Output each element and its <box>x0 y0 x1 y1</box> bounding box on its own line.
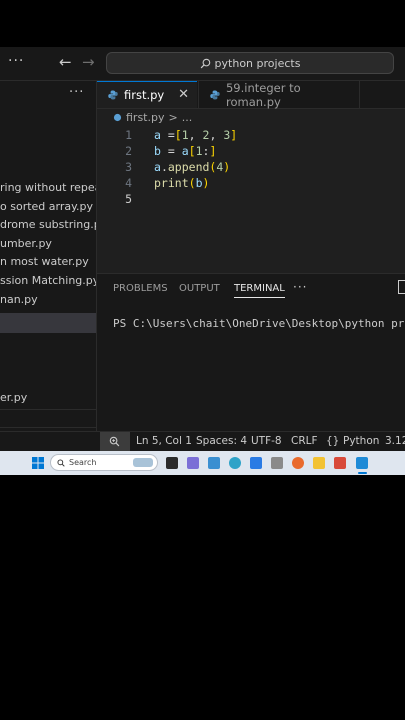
editor-tabs: first.py ✕ 59.integer to roman.py <box>97 81 405 109</box>
indentation[interactable]: Spaces: 4 <box>196 435 247 447</box>
search-label: python projects <box>214 56 301 70</box>
edge-icon[interactable] <box>229 457 241 469</box>
tab-first-py[interactable]: first.py ✕ <box>97 81 197 108</box>
tab-label: 59.integer to roman.py <box>225 80 301 109</box>
terminal-split-icon[interactable] <box>398 280 405 294</box>
braces-icon[interactable]: {} <box>326 435 339 447</box>
explorer-sidebar: ··· ring without repea... o sorted array… <box>0 81 97 431</box>
menu-more-button[interactable]: ··· <box>8 53 24 69</box>
tab-terminal[interactable]: TERMINAL <box>234 283 285 298</box>
line-number: 2 <box>125 144 132 158</box>
explorer-file[interactable]: n most water.py <box>0 253 96 271</box>
line-number: 1 <box>125 128 132 142</box>
section-divider <box>0 409 96 410</box>
end-of-line[interactable]: CRLF <box>291 435 318 447</box>
explorer-file[interactable]: er.py <box>0 389 96 407</box>
python-file-icon <box>210 90 220 99</box>
python-file-icon <box>113 113 122 122</box>
folder-icon[interactable] <box>313 457 325 469</box>
line-number: 4 <box>125 176 132 190</box>
search-highlight-icon <box>133 458 153 467</box>
cursor-position[interactable]: Ln 5, Col 1 <box>136 435 192 447</box>
teams-icon[interactable] <box>187 457 199 469</box>
code-line: 2 b = a[1:] <box>97 143 405 159</box>
code-editor[interactable]: 1 a =[1, 2, 3] 2 b = a[1:] 3 a.append(4)… <box>97 127 405 272</box>
settings-icon[interactable] <box>271 457 283 469</box>
vscode-icon[interactable] <box>356 457 368 469</box>
line-number: 3 <box>125 160 132 174</box>
taskbar-search[interactable]: Search <box>50 454 158 471</box>
breadcrumb-file[interactable]: first.py <box>126 111 164 124</box>
active-app-indicator <box>358 472 367 474</box>
tab-output[interactable]: OUTPUT <box>179 283 220 294</box>
tab-label: first.py <box>124 88 165 102</box>
file-explorer-icon[interactable] <box>208 457 220 469</box>
explorer-selected-row[interactable] <box>0 313 96 333</box>
status-bar: Ln 5, Col 1 Spaces: 4 UTF-8 CRLF {} Pyth… <box>0 431 405 452</box>
code-text: print(b) <box>154 176 210 190</box>
section-divider <box>0 427 96 428</box>
tab-integer-to-roman[interactable]: 59.integer to roman.py <box>198 80 360 109</box>
windows-start-icon[interactable] <box>32 457 44 469</box>
task-view-icon[interactable] <box>166 457 178 469</box>
code-text: a.append(4) <box>154 160 231 174</box>
command-center-search[interactable]: python projects <box>106 52 394 74</box>
python-version[interactable]: 3.12 <box>385 435 405 447</box>
code-line: 1 a =[1, 2, 3] <box>97 127 405 143</box>
code-line: 4 print(b) <box>97 175 405 191</box>
explorer-file[interactable]: o sorted array.py <box>0 198 96 216</box>
code-text: b = a[1:] <box>154 144 217 158</box>
code-line: 3 a.append(4) <box>97 159 405 175</box>
close-icon[interactable]: ✕ <box>178 87 189 102</box>
office-icon[interactable] <box>334 457 346 469</box>
back-arrow-icon[interactable]: ← <box>59 53 72 71</box>
bottom-panel: PROBLEMS OUTPUT TERMINAL ··· PS C:\Users… <box>97 273 405 432</box>
forward-arrow-icon[interactable]: → <box>82 53 95 71</box>
explorer-file[interactable]: ssion Matching.py <box>0 272 96 290</box>
search-icon <box>200 58 210 68</box>
explorer-file[interactable]: umber.py <box>0 235 96 253</box>
zoom-indicator[interactable] <box>100 432 130 452</box>
python-file-icon <box>108 90 118 100</box>
search-icon <box>57 458 65 467</box>
explorer-file[interactable]: nan.py <box>0 291 96 309</box>
taskbar-search-placeholder: Search <box>69 458 97 467</box>
terminal-prompt[interactable]: PS C:\Users\chait\OneDrive\Desktop\pytho… <box>113 317 405 330</box>
line-number: 5 <box>125 192 132 206</box>
explorer-file[interactable]: drome substring.py <box>0 216 96 234</box>
code-line: 5 <box>97 191 405 207</box>
encoding[interactable]: UTF-8 <box>251 435 282 447</box>
zoom-icon <box>109 436 120 447</box>
explorer-file[interactable]: ring without repea... <box>0 179 96 197</box>
breadcrumb: first.py > ... <box>113 111 196 124</box>
tab-problems[interactable]: PROBLEMS <box>113 283 168 294</box>
breadcrumb-symbol[interactable]: ... <box>182 111 193 124</box>
title-bar: ··· ← → python projects <box>0 47 405 81</box>
vscode-window: ··· ← → python projects ··· ring without… <box>0 47 405 475</box>
store-icon[interactable] <box>250 457 262 469</box>
chevron-right-icon: > <box>168 111 178 124</box>
firefox-icon[interactable] <box>292 457 304 469</box>
panel-more-button[interactable]: ··· <box>293 280 307 294</box>
code-text: a =[1, 2, 3] <box>154 128 238 142</box>
windows-taskbar: Search <box>0 451 405 475</box>
explorer-more-button[interactable]: ··· <box>69 85 84 100</box>
language-mode[interactable]: Python <box>343 435 379 447</box>
